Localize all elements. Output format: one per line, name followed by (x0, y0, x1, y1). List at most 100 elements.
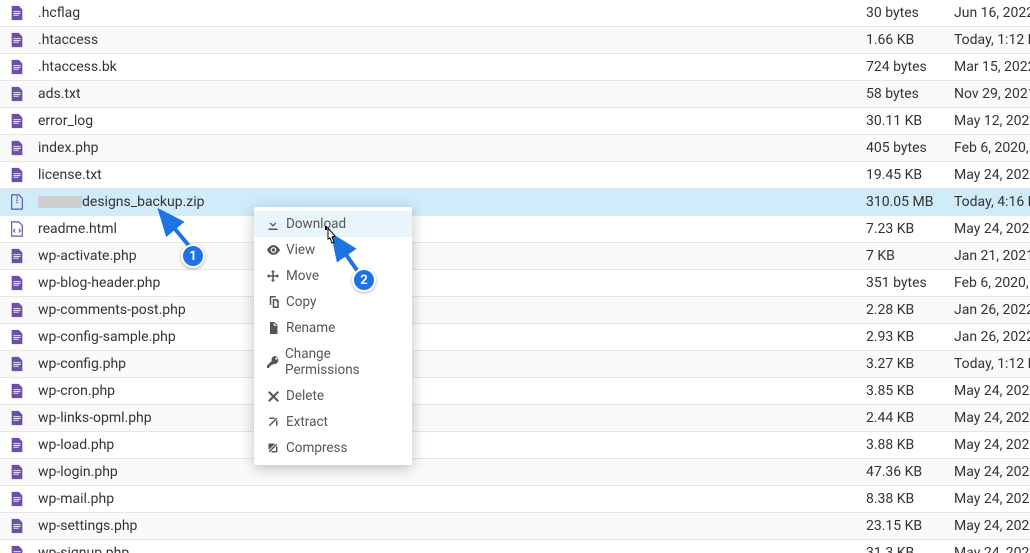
file-size: 724 bytes (866, 59, 954, 75)
file-list: .hcflag30 bytesJun 16, 2022, .htaccess 1.6… (0, 0, 1030, 553)
file-size: 3.85 KB (866, 383, 954, 399)
file-row[interactable]: .htaccess 1.66 KBToday, 1:12 P (0, 27, 1030, 54)
file-date: Today, 1:12 P (954, 356, 1030, 372)
file-size: 405 bytes (866, 140, 954, 156)
file-name: index.php (30, 140, 866, 156)
file-name-label: wp-activate.php (38, 248, 137, 264)
menu-extract[interactable]: Extract (254, 409, 412, 435)
file-name-label: wp-mail.php (38, 491, 114, 507)
file-row[interactable]: license.txt19.45 KBMay 24, 2022 (0, 162, 1030, 189)
menu-permissions[interactable]: Change Permissions (254, 341, 412, 383)
file-size: 3.27 KB (866, 356, 954, 372)
file-name-label: wp-config.php (38, 356, 126, 372)
file-row[interactable]: .htaccess.bk724 bytesMar 15, 2022, (0, 54, 1030, 81)
file-row[interactable]: .hcflag30 bytesJun 16, 2022, (0, 0, 1030, 27)
key-icon (266, 356, 279, 368)
file-doc-icon (0, 302, 30, 318)
file-date: Today, 1:12 P (954, 32, 1030, 48)
file-date: May 24, 2022 (954, 545, 1030, 553)
file-name: ads.txt (30, 86, 866, 102)
file-date: Jan 26, 2022, (954, 302, 1030, 318)
file-name-label: wp-comments-post.php (38, 302, 186, 318)
file-doc-icon (0, 5, 30, 21)
file-doc-icon (0, 356, 30, 372)
file-html-icon (0, 221, 30, 237)
menu-permissions-label: Change Permissions (285, 346, 400, 378)
file-name: wp-config-sample.php (30, 329, 866, 345)
file-name: wp-config.php (30, 356, 866, 372)
file-row[interactable]: wp-config-sample.php2.93 KBJan 26, 2022, (0, 324, 1030, 351)
file-row[interactable]: wp-cron.php3.85 KBMay 24, 2022 (0, 378, 1030, 405)
file-name-label: wp-signup.php (38, 545, 129, 553)
file-doc-icon (0, 86, 30, 102)
file-name-label: .htaccess (38, 32, 98, 48)
file-name-label: .htaccess.bk (38, 59, 117, 75)
copy-icon (266, 296, 280, 308)
rename-icon (266, 322, 280, 334)
file-date: May 24, 2022 (954, 491, 1030, 507)
file-size: 30.11 KB (866, 113, 954, 129)
file-doc-icon (0, 329, 30, 345)
menu-rename[interactable]: Rename (254, 315, 412, 341)
file-row[interactable]: wp-comments-post.php2.28 KBJan 26, 2022, (0, 297, 1030, 324)
file-name-label: wp-blog-header.php (38, 275, 160, 291)
file-row[interactable]: wp-load.php3.88 KBMay 24, 2022 (0, 432, 1030, 459)
file-row[interactable]: wp-login.php47.36 KBMay 24, 2022 (0, 459, 1030, 486)
file-size: 7.23 KB (866, 221, 954, 237)
file-date: Nov 29, 2021 (954, 86, 1030, 102)
file-row[interactable]: wp-mail.php 8.38 KBMay 24, 2022 (0, 486, 1030, 513)
redacted-text (38, 196, 82, 208)
file-size: 8.38 KB (866, 491, 954, 507)
file-row[interactable]: wp-signup.php31.3 KBMay 24, 2022 (0, 540, 1030, 553)
file-row[interactable]: wp-blog-header.php351 bytesFeb 6, 2020, … (0, 270, 1030, 297)
file-name: .htaccess (30, 32, 866, 48)
file-date: May 24, 2022 (954, 410, 1030, 426)
file-date: May 24, 2022 (954, 518, 1030, 534)
menu-delete[interactable]: Delete (254, 383, 412, 409)
file-date: Jun 16, 2022, (954, 5, 1030, 21)
file-name: wp-blog-header.php (30, 275, 866, 291)
file-name: .htaccess.bk (30, 59, 866, 75)
file-doc-icon (0, 248, 30, 264)
file-doc-icon (0, 437, 30, 453)
menu-delete-label: Delete (286, 388, 324, 404)
file-doc-icon (0, 140, 30, 156)
menu-copy-label: Copy (286, 294, 316, 310)
file-doc-icon (0, 113, 30, 129)
file-doc-icon (0, 167, 30, 183)
file-name: .hcflag (30, 5, 866, 21)
file-name-label: license.txt (38, 167, 102, 183)
file-size: 23.15 KB (866, 518, 954, 534)
file-size: 1.66 KB (866, 32, 954, 48)
file-row[interactable]: ads.txt 58 bytesNov 29, 2021 (0, 81, 1030, 108)
file-name-label: ads.txt (38, 86, 81, 102)
extract-icon (266, 416, 280, 428)
file-name: wp-settings.php (30, 518, 866, 534)
file-size: 310.05 MB (866, 194, 954, 210)
file-date: May 24, 2022 (954, 437, 1030, 453)
file-name-label: .hcflag (38, 5, 80, 21)
file-doc-icon (0, 545, 30, 553)
file-date: Today, 4:16 P (954, 194, 1030, 210)
file-row[interactable]: index.php405 bytesFeb 6, 2020, 1 (0, 135, 1030, 162)
file-name: wp-login.php (30, 464, 866, 480)
delete-icon (266, 391, 280, 402)
menu-compress[interactable]: Compress (254, 435, 412, 461)
file-size: 19.45 KB (866, 167, 954, 183)
file-name: wp-mail.php (30, 491, 866, 507)
menu-compress-label: Compress (286, 440, 347, 456)
file-doc-icon (0, 518, 30, 534)
file-name-label: wp-config-sample.php (38, 329, 176, 345)
file-doc-icon (0, 383, 30, 399)
file-doc-icon (0, 410, 30, 426)
file-size: 47.36 KB (866, 464, 954, 480)
menu-copy[interactable]: Copy (254, 289, 412, 315)
annotation-badge-2: 2 (352, 268, 376, 292)
file-row[interactable]: wp-config.php 3.27 KBToday, 1:12 P (0, 351, 1030, 378)
file-row[interactable]: wp-links-opml.php2.44 KBMay 24, 2022 (0, 405, 1030, 432)
file-name: wp-links-opml.php (30, 410, 866, 426)
file-name: license.txt (30, 167, 866, 183)
file-row[interactable]: error_log30.11 KBMay 12, 2022 (0, 108, 1030, 135)
file-row[interactable]: wp-settings.php23.15 KBMay 24, 2022 (0, 513, 1030, 540)
file-size: 58 bytes (866, 86, 954, 102)
